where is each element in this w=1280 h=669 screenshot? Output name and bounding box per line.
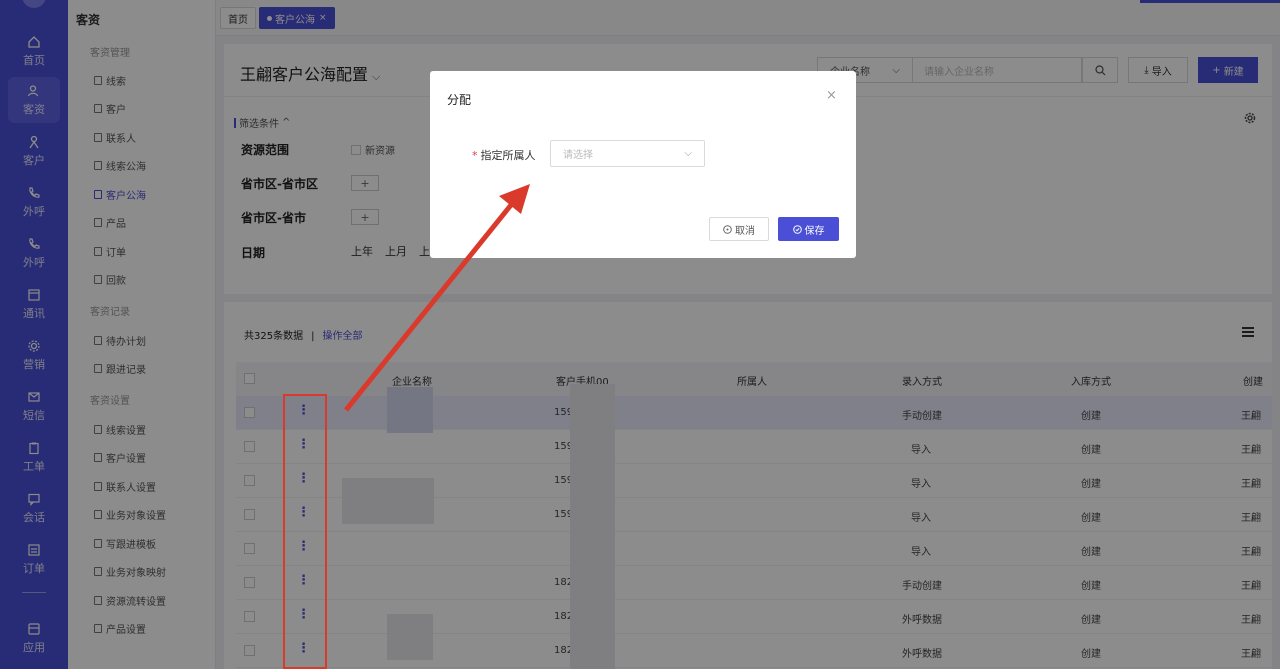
annotation-arrow-icon bbox=[344, 184, 530, 412]
